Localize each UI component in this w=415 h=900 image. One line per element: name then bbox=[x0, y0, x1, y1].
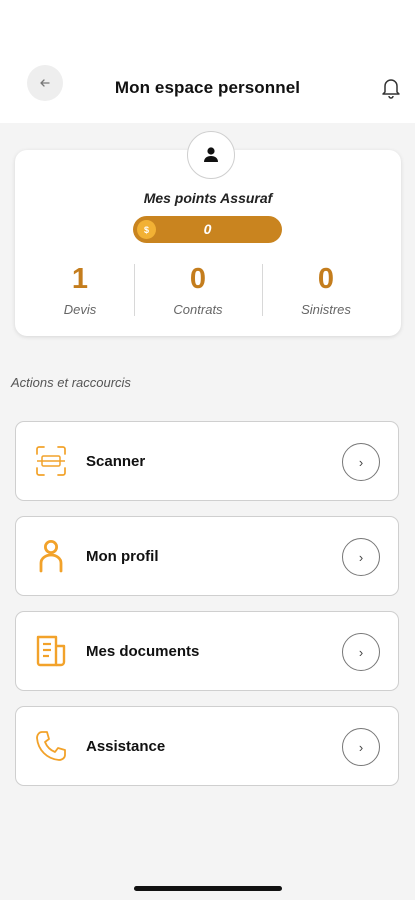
stat-value: 1 bbox=[71, 263, 89, 295]
stat-value: 0 bbox=[317, 263, 335, 295]
chevron-right-icon[interactable]: › bbox=[342, 633, 380, 671]
points-title: Mes points Assuraf bbox=[143, 190, 273, 206]
stat-contrats[interactable]: 0 Contrats bbox=[134, 262, 262, 317]
action-assistance[interactable]: Assistance › bbox=[15, 706, 399, 786]
top-bar: Mon espace personnel bbox=[0, 0, 415, 123]
action-label: Assistance bbox=[86, 738, 166, 755]
avatar[interactable] bbox=[187, 131, 235, 179]
action-mes-documents[interactable]: Mes documents › bbox=[15, 611, 399, 691]
action-label: Scanner bbox=[86, 453, 146, 470]
user-icon bbox=[33, 537, 69, 575]
section-title: Actions et raccourcis bbox=[11, 375, 131, 390]
action-label: Mes documents bbox=[86, 643, 200, 660]
phone-icon bbox=[33, 727, 69, 765]
action-mon-profil[interactable]: Mon profil › bbox=[15, 516, 399, 596]
page-title: Mon espace personnel bbox=[114, 78, 301, 97]
stat-label: Contrats bbox=[173, 302, 223, 317]
points-value: 0 bbox=[203, 221, 212, 237]
chevron-right-icon[interactable]: › bbox=[342, 728, 380, 766]
document-icon bbox=[33, 632, 69, 670]
chevron-right-icon[interactable]: › bbox=[342, 538, 380, 576]
stat-value: 0 bbox=[189, 263, 207, 295]
action-scanner[interactable]: Scanner › bbox=[15, 421, 399, 501]
stat-sinistres[interactable]: 0 Sinistres bbox=[262, 262, 390, 317]
action-label: Mon profil bbox=[86, 548, 159, 565]
app-screen: Mon espace personnel Mes points Assuraf … bbox=[0, 0, 415, 900]
chevron-right-icon[interactable]: › bbox=[342, 443, 380, 481]
stat-devis[interactable]: 1 Devis bbox=[16, 262, 144, 317]
bell-icon[interactable] bbox=[380, 76, 402, 100]
scan-icon bbox=[33, 442, 69, 480]
stat-label: Sinistres bbox=[301, 302, 351, 317]
stat-label: Devis bbox=[63, 302, 97, 317]
home-indicator[interactable] bbox=[134, 886, 282, 891]
person-icon bbox=[204, 147, 218, 162]
